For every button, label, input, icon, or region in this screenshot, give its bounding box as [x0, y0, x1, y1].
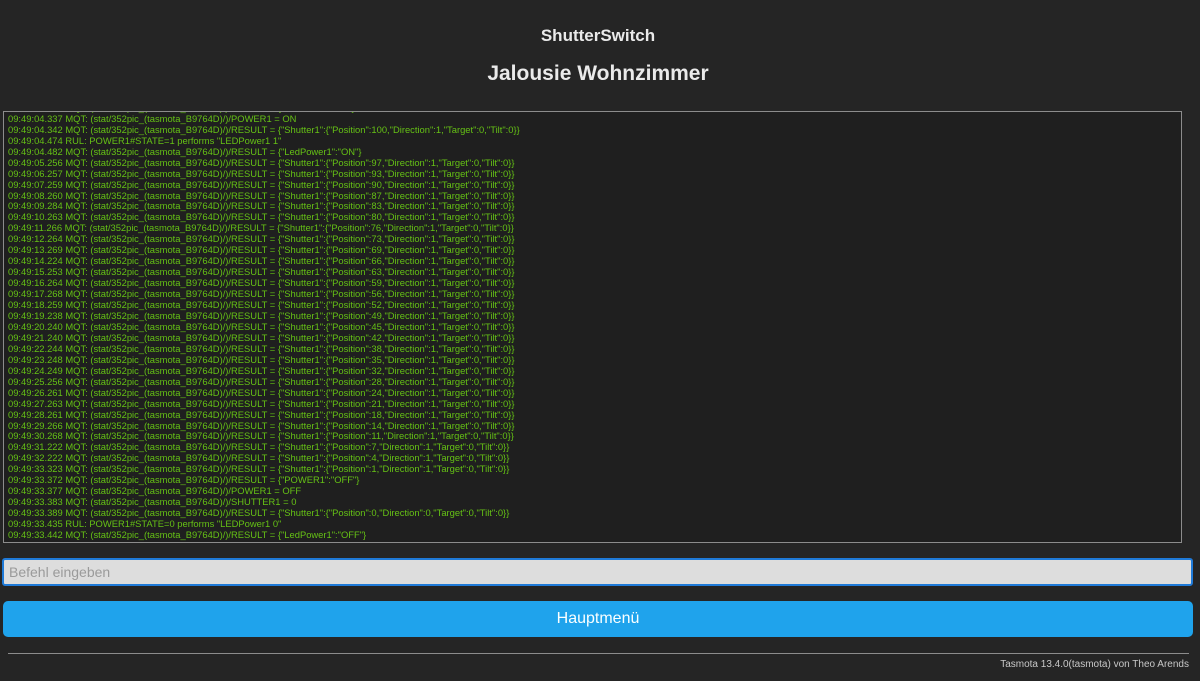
console-log-lines: 09:49:04.333 MQT: (stat/352pic_(tasmota_… — [8, 112, 1181, 541]
footer-divider — [8, 653, 1189, 654]
console-log-line: 09:49:33.442 MQT: (stat/352pic_(tasmota_… — [8, 529, 367, 541]
console-log-line: 09:49:07.259 MQT: (stat/352pic_(tasmota_… — [8, 178, 515, 190]
console-log-line: 09:49:05.256 MQT: (stat/352pic_(tasmota_… — [8, 156, 515, 168]
console-log-line: 09:49:25.256 MQT: (stat/352pic_(tasmota_… — [8, 375, 515, 387]
device-name: ShutterSwitch — [540, 26, 656, 45]
console-log-line: 09:49:04.482 MQT: (stat/352pic_(tasmota_… — [8, 145, 362, 157]
console-log-line: 09:49:06.257 MQT: (stat/352pic_(tasmota_… — [8, 167, 515, 179]
page-title: Jalousie Wohnzimmer — [487, 62, 709, 85]
console-log-line: 09:49:27.263 MQT: (stat/352pic_(tasmota_… — [8, 397, 515, 409]
console-log[interactable]: 09:49:04.333 MQT: (stat/352pic_(tasmota_… — [3, 111, 1182, 543]
console-log-line: 09:49:26.261 MQT: (stat/352pic_(tasmota_… — [8, 386, 515, 398]
command-input[interactable] — [2, 558, 1193, 586]
console-log-line: 09:49:28.261 MQT: (stat/352pic_(tasmota_… — [8, 408, 515, 420]
footer-credit: Tasmota 13.4.0(tasmota) von Theo Arends — [1000, 659, 1189, 670]
main-menu-button[interactable]: Hauptmenü — [3, 601, 1193, 637]
